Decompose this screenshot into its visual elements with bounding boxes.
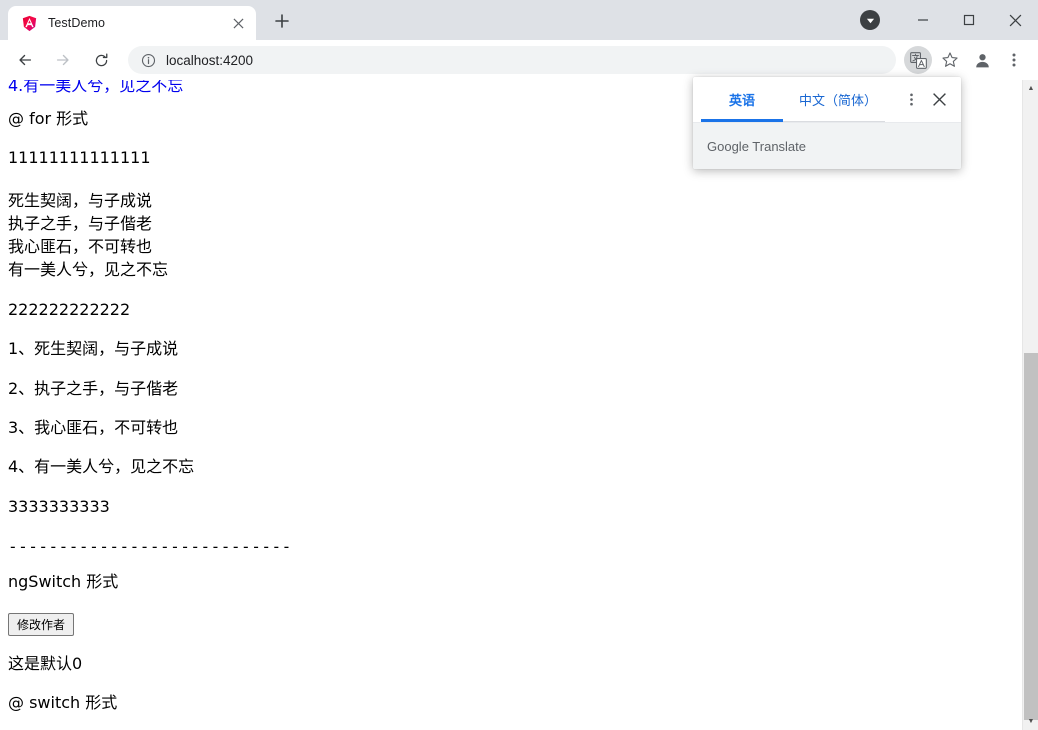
translate-tab-chinese[interactable]: 中文（简体） bbox=[783, 77, 893, 122]
maximize-button[interactable] bbox=[946, 0, 992, 40]
marker-threes: 3333333333 bbox=[8, 496, 110, 516]
content-flow: @ for 形式 11111111111111 死生契阔，与子成说 执子之手，与… bbox=[8, 109, 908, 730]
page-scrollbar[interactable]: ▲ ▼ bbox=[1022, 80, 1038, 730]
back-button[interactable] bbox=[10, 45, 40, 75]
numbered-line-3: 3、我心匪石，不可转也 bbox=[8, 418, 179, 437]
forward-button[interactable] bbox=[48, 45, 78, 75]
profile-avatar-icon[interactable] bbox=[968, 46, 996, 74]
numbered-line-2: 2、执子之手，与子偕老 bbox=[8, 378, 179, 398]
page-viewport: 4.有一美人兮，见之不忘 @ for 形式 11111111111111 死生契… bbox=[0, 80, 1038, 730]
poem-line: 执子之手，与子偕老 bbox=[8, 213, 153, 233]
scrollbar-up-arrow[interactable]: ▲ bbox=[1023, 80, 1038, 97]
switch-default-text: 这是默认0 bbox=[8, 653, 83, 673]
poem-line: 死生契阔，与子成说 bbox=[8, 190, 153, 210]
tab-close-icon[interactable] bbox=[228, 13, 248, 33]
titlebar: TestDemo bbox=[0, 0, 1038, 40]
translate-icon[interactable] bbox=[904, 46, 932, 74]
poem-link-line: 4.有一美人兮，见之不忘 bbox=[8, 80, 183, 96]
heading-ngswitch: ngSwitch 形式 bbox=[8, 572, 119, 592]
three-dot-menu-icon[interactable] bbox=[1000, 46, 1028, 74]
google-translate-popup: 英语 中文（简体） Google Translate bbox=[693, 77, 961, 169]
info-circle-icon[interactable] bbox=[140, 52, 156, 68]
new-tab-button[interactable] bbox=[268, 7, 296, 35]
download-indicator-icon[interactable] bbox=[860, 10, 880, 30]
browser-tab[interactable]: TestDemo bbox=[8, 6, 256, 40]
translate-language-tabs: 英语 中文（简体） bbox=[693, 77, 961, 122]
poem-link-4[interactable]: 4.有一美人兮，见之不忘 bbox=[8, 80, 183, 95]
scrollbar-thumb[interactable] bbox=[1024, 353, 1038, 720]
poem-line: 有一美人兮，见之不忘 bbox=[8, 259, 169, 279]
address-bar[interactable]: localhost:4200 bbox=[128, 46, 896, 74]
page-content: 4.有一美人兮，见之不忘 @ for 形式 11111111111111 死生契… bbox=[0, 80, 1022, 730]
numbered-line-1: 1、死生契阔，与子成说 bbox=[8, 339, 179, 359]
star-icon[interactable] bbox=[936, 46, 964, 74]
poem-line: 我心匪石，不可转也 bbox=[8, 236, 153, 256]
poem-block-for: 死生契阔，与子成说 执子之手，与子偕老 我心匪石，不可转也 有一美人兮，见之不忘 bbox=[8, 189, 908, 281]
reload-button[interactable] bbox=[86, 45, 116, 75]
translate-tab-english[interactable]: 英语 bbox=[701, 77, 783, 122]
translate-popup-actions bbox=[897, 77, 961, 122]
scroll-up-icon: ▲ bbox=[1027, 85, 1035, 92]
browser-window: TestDemo localhost:4200 4.有一美人兮，见之不忘 @ f… bbox=[0, 0, 1038, 730]
address-bar-url: localhost:4200 bbox=[166, 52, 254, 68]
browser-toolbar: localhost:4200 bbox=[0, 40, 1038, 80]
translate-close-icon[interactable] bbox=[925, 86, 953, 114]
heading-switch-syntax: @ switch 形式 bbox=[8, 692, 118, 712]
google-translate-label: Google Translate bbox=[707, 138, 807, 154]
marker-twos: 222222222222 bbox=[8, 299, 131, 319]
change-author-button[interactable]: 修改作者 bbox=[8, 612, 75, 636]
tab-underline-active bbox=[701, 119, 783, 122]
tab-title: TestDemo bbox=[48, 16, 106, 30]
translate-options-menu-icon[interactable] bbox=[897, 86, 925, 114]
translate-popup-footer: Google Translate bbox=[693, 122, 961, 169]
numbered-line-4: 4、有一美人兮，见之不忘 bbox=[8, 457, 195, 477]
window-controls bbox=[900, 0, 1038, 40]
minimize-button[interactable] bbox=[900, 0, 946, 40]
angular-logo-icon bbox=[20, 14, 38, 32]
close-button[interactable] bbox=[992, 0, 1038, 40]
scrollbar-down-arrow[interactable]: ▼ bbox=[1023, 713, 1038, 730]
section-divider: ---------------------------- bbox=[8, 537, 292, 557]
scroll-down-icon: ▼ bbox=[1027, 718, 1035, 725]
